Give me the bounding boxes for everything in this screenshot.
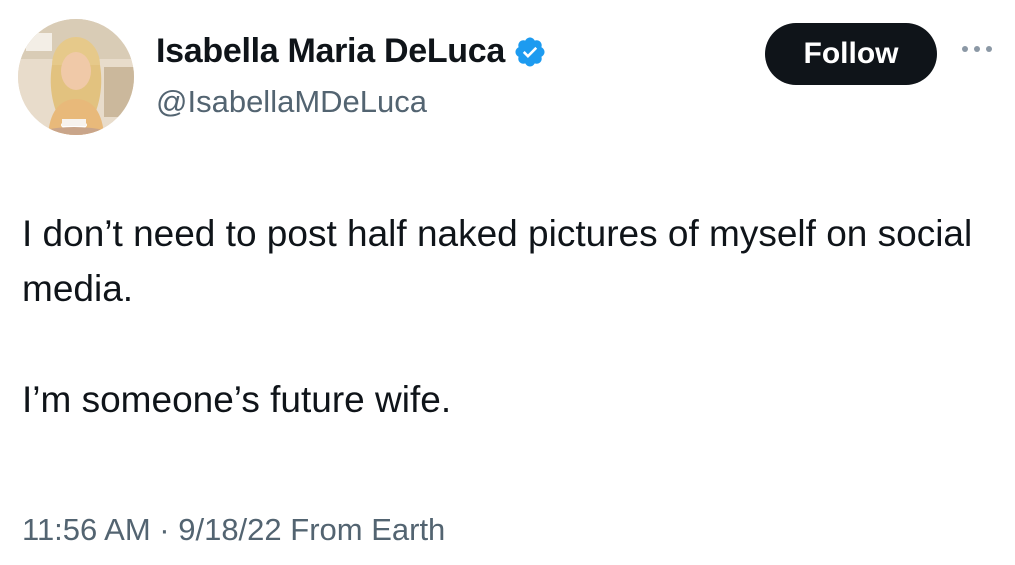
author-name-row: Isabella Maria DeLuca — [156, 32, 547, 71]
tweet-paragraph: I’m someone’s future wife. — [22, 379, 452, 420]
tweet-paragraph: I don’t need to post half naked pictures… — [22, 213, 973, 309]
more-horizontal-icon[interactable] — [960, 40, 994, 58]
avatar[interactable] — [18, 19, 134, 135]
tweet-timestamp[interactable]: 11:56 AM · 9/18/22 From Earth — [22, 512, 445, 548]
tweet-card: Isabella Maria DeLuca @IsabellaMDeLuca F… — [0, 0, 1015, 565]
tweet-text: I don’t need to post half naked pictures… — [22, 206, 1007, 427]
verified-badge-icon[interactable] — [513, 35, 547, 69]
author-display-name[interactable]: Isabella Maria DeLuca — [156, 32, 505, 71]
avatar-photo — [18, 19, 134, 135]
author-handle[interactable]: @IsabellaMDeLuca — [156, 84, 427, 120]
follow-button[interactable]: Follow — [765, 23, 937, 85]
